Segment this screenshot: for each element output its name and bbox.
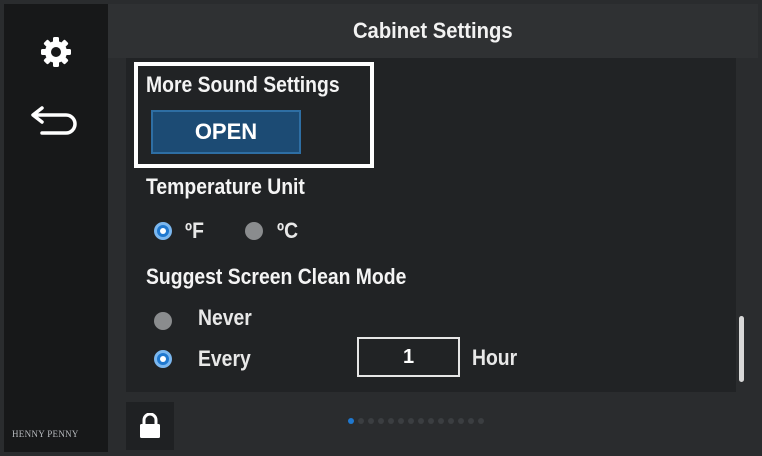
hour-unit-label: Hour	[472, 345, 518, 370]
page-dot[interactable]	[358, 418, 364, 424]
clean-mode-label: Suggest Screen Clean Mode	[146, 264, 407, 289]
page-dot-active[interactable]	[348, 418, 354, 424]
page-indicator[interactable]	[348, 418, 484, 424]
page-dot[interactable]	[448, 418, 454, 424]
every-label[interactable]: Every	[198, 346, 251, 372]
page-dot[interactable]	[388, 418, 394, 424]
page-dot[interactable]	[438, 418, 444, 424]
page-dot[interactable]	[408, 418, 414, 424]
page-title: Cabinet Settings	[353, 18, 513, 43]
lock-button[interactable]	[126, 402, 174, 450]
back-arrow-icon	[31, 106, 77, 135]
fahrenheit-radio[interactable]	[154, 222, 172, 240]
open-sound-settings-button[interactable]: OPEN	[151, 110, 301, 154]
gear-icon	[41, 37, 71, 67]
lock-icon	[140, 413, 160, 438]
page-dot[interactable]	[468, 418, 474, 424]
page-dot[interactable]	[458, 418, 464, 424]
celsius-label[interactable]: ºC	[277, 218, 298, 244]
page-dot[interactable]	[478, 418, 484, 424]
page-dot[interactable]	[398, 418, 404, 424]
settings-button[interactable]	[4, 24, 108, 80]
fahrenheit-label[interactable]: ºF	[185, 218, 204, 244]
scrollbar-thumb[interactable]	[739, 316, 744, 382]
sound-settings-label: More Sound Settings	[146, 72, 340, 97]
sidebar: HENNY PENNY	[4, 4, 108, 452]
header-bar: Cabinet Settings	[108, 4, 758, 58]
temperature-unit-label: Temperature Unit	[146, 174, 305, 199]
back-button[interactable]	[4, 92, 108, 148]
open-button-label: OPEN	[194, 119, 258, 144]
never-radio[interactable]	[154, 312, 172, 330]
every-radio[interactable]	[154, 350, 172, 368]
page-dot[interactable]	[378, 418, 384, 424]
page-dot[interactable]	[428, 418, 434, 424]
brand-logo: HENNY PENNY	[12, 429, 79, 439]
never-label[interactable]: Never	[198, 305, 252, 331]
clean-hours-input[interactable]: 1	[357, 337, 460, 377]
celsius-radio[interactable]	[245, 222, 263, 240]
page-dot[interactable]	[368, 418, 374, 424]
page-dot[interactable]	[418, 418, 424, 424]
